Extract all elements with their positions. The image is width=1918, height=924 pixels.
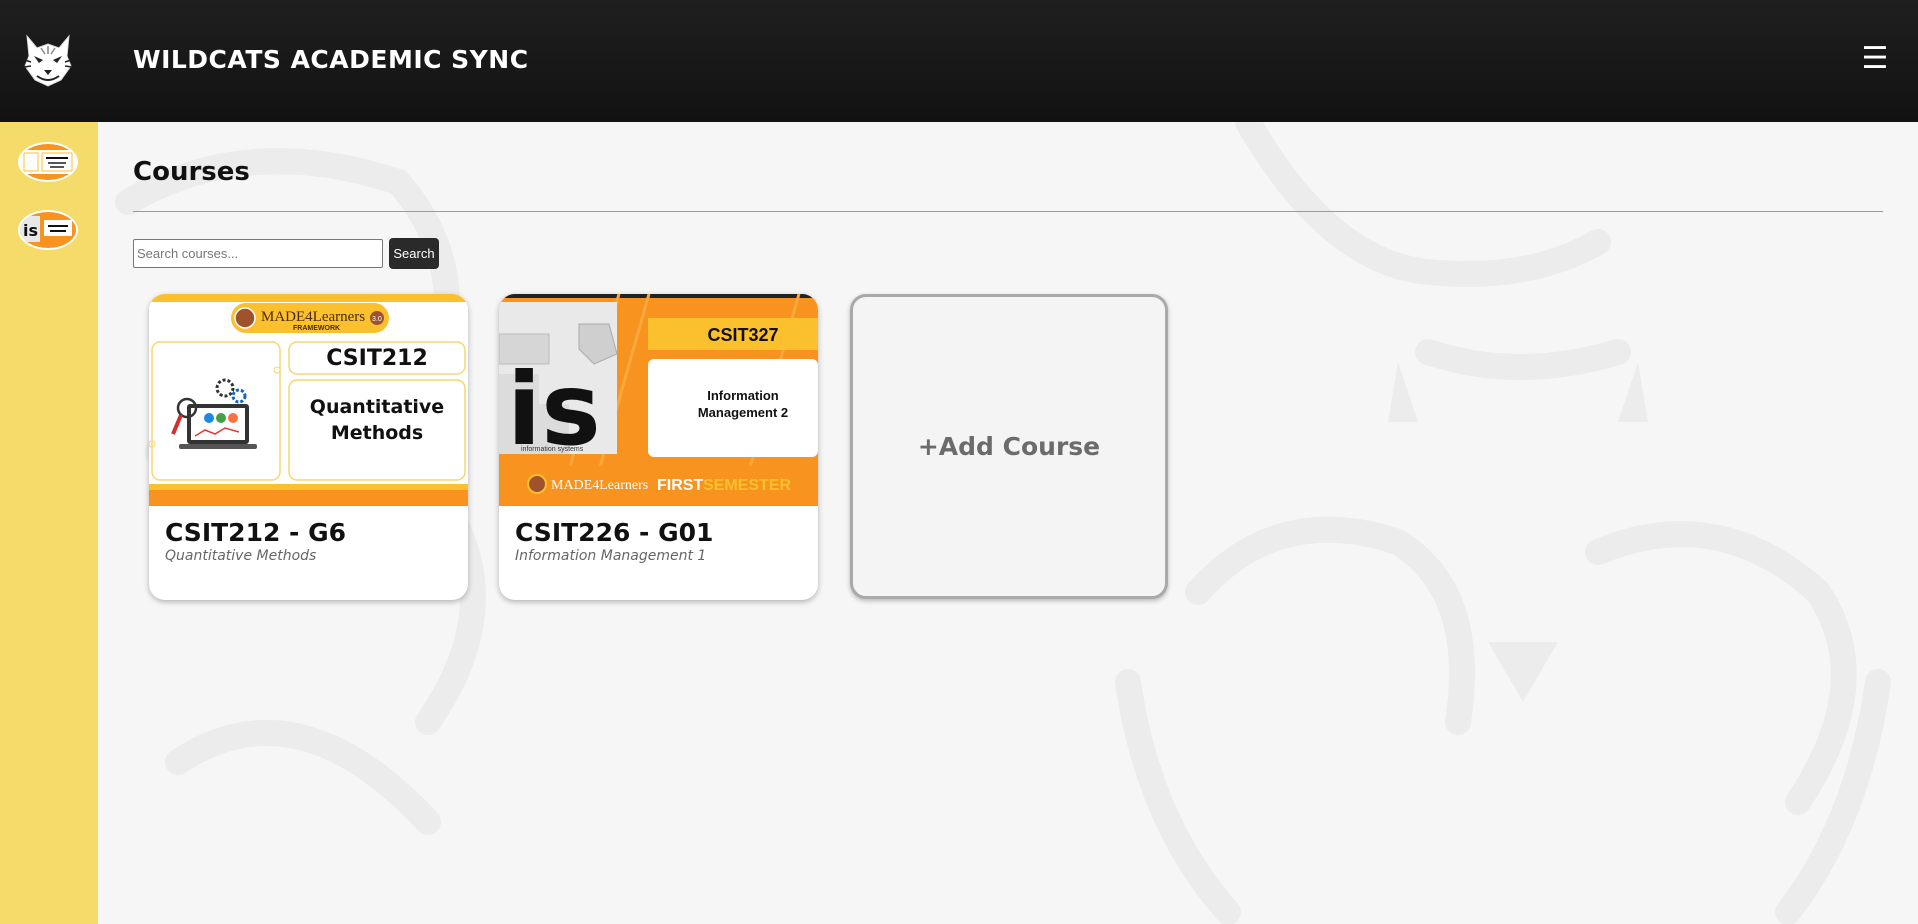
top-header: WILDCATS ACADEMIC SYNC ☰ <box>0 0 1918 122</box>
add-course-label: +Add Course <box>917 432 1101 461</box>
course-thumbnail-icon: is <box>20 212 76 248</box>
banner-course-code: CSIT327 <box>707 325 778 345</box>
wildcat-logo-icon <box>23 34 73 87</box>
sidebar-course-csit212[interactable] <box>18 142 78 182</box>
course-banner-image: is information systems CSIT327 Informati… <box>499 294 818 506</box>
course-banner-image: MADE4Learners FRAMEWORK 3.0 CSIT212 Quan… <box>149 294 468 506</box>
course-name: Quantitative Methods <box>165 548 317 564</box>
course-card-csit226[interactable]: is information systems CSIT327 Informati… <box>499 294 818 600</box>
main-content: Courses Search MADE4Learners FRAMEWORK 3… <box>98 122 1918 924</box>
search-button[interactable]: Search <box>389 238 439 269</box>
course-code: CSIT226 - G01 <box>515 518 714 547</box>
course-thumbnail-icon <box>20 144 76 180</box>
search-input[interactable] <box>133 239 383 268</box>
hamburger-menu-icon[interactable]: ☰ <box>1860 44 1890 74</box>
banner-title-line1: Quantitative <box>310 396 444 418</box>
framework-sub-label: FRAMEWORK <box>293 325 340 332</box>
course-card-csit212[interactable]: MADE4Learners FRAMEWORK 3.0 CSIT212 Quan… <box>149 294 468 600</box>
version-badge: 3.0 <box>372 316 382 323</box>
framework-label: MADE4Learners <box>261 309 365 325</box>
banner-course-code: CSIT212 <box>326 346 428 371</box>
semester-first: FIRST <box>657 477 703 494</box>
add-course-card[interactable]: +Add Course <box>850 294 1168 599</box>
course-code: CSIT212 - G6 <box>165 518 347 547</box>
sidebar: is <box>0 122 98 924</box>
app-title: WILDCATS ACADEMIC SYNC <box>133 45 529 74</box>
divider <box>133 211 1883 212</box>
svg-text:is: is <box>23 221 38 240</box>
banner-title-line2: Management 2 <box>698 405 788 420</box>
banner-title-line1: Information <box>707 388 779 403</box>
banner-title-line2: Methods <box>331 422 423 444</box>
sidebar-course-csit226[interactable]: is <box>18 210 78 250</box>
course-name: Information Management 1 <box>515 548 707 564</box>
is-logo-sub: information systems <box>521 446 584 453</box>
semester-rest: SEMESTER <box>703 477 791 494</box>
framework-label: MADE4Learners <box>551 478 648 493</box>
page-title: Courses <box>133 157 250 187</box>
